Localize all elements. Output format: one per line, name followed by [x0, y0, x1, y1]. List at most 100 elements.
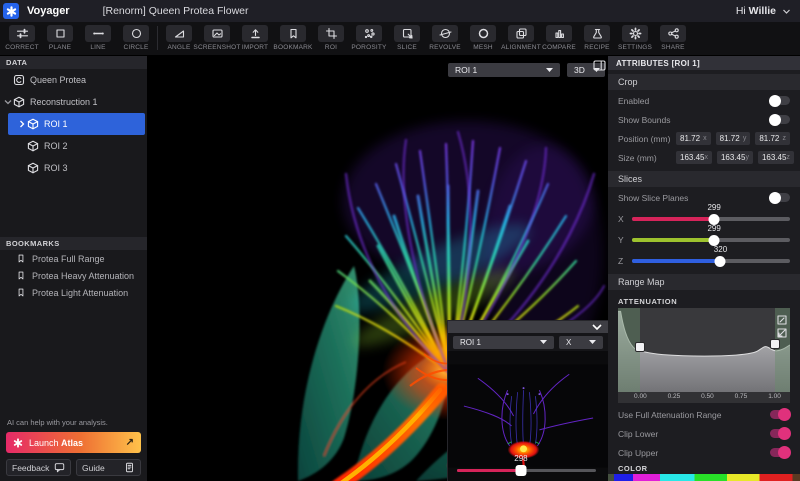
- app-window: Voyager [Renorm] Queen Protea Flower Hi …: [0, 0, 800, 481]
- circle-icon: [123, 25, 149, 42]
- plane-icon: [47, 25, 73, 42]
- bookmark-item-full-range[interactable]: Protea Full Range: [0, 250, 147, 267]
- slider-knob[interactable]: [515, 465, 526, 476]
- settings-button[interactable]: SETTINGS: [616, 22, 654, 51]
- roi-cube-icon: [27, 118, 39, 130]
- line-button[interactable]: LINE: [79, 22, 117, 51]
- bookmark-button[interactable]: BOOKMARK: [274, 22, 312, 51]
- crop-section-header[interactable]: Crop: [608, 74, 800, 90]
- toolbar: CORRECT PLANE LINE CIRCLE ANGLE SCREENSH…: [0, 22, 800, 56]
- alignment-button[interactable]: ALIGNMENT: [502, 22, 540, 51]
- inset-roi-select[interactable]: ROI 1: [453, 336, 554, 349]
- inset-slice-slider[interactable]: 298: [457, 456, 596, 476]
- greeting-text: Hi: [736, 5, 746, 17]
- position-z-input[interactable]: 81.72z: [755, 132, 790, 145]
- arrow-up-right-icon: ↗: [126, 437, 134, 448]
- slider-knob[interactable]: [715, 256, 726, 267]
- screenshot-icon: [204, 25, 230, 42]
- tree-item-queen-protea[interactable]: Queen Protea: [0, 69, 147, 91]
- launch-atlas-button[interactable]: Launch Atlas ↗: [6, 432, 141, 453]
- viewport-roi-select[interactable]: ROI 1: [448, 63, 560, 77]
- tree-item-roi-1[interactable]: ROI 1: [8, 113, 145, 135]
- slice-button[interactable]: SLICE: [388, 22, 426, 51]
- show-slice-planes-toggle[interactable]: [770, 193, 790, 202]
- enabled-toggle[interactable]: [770, 96, 790, 105]
- correct-button[interactable]: CORRECT: [3, 22, 41, 51]
- slice-slider-x[interactable]: 299: [632, 210, 790, 224]
- render-viewport-3d[interactable]: ROI 1 3D ROI 1: [148, 56, 608, 481]
- dataset-icon: [13, 74, 25, 86]
- guide-button[interactable]: Guide: [76, 459, 141, 476]
- use-full-attenuation-range-toggle[interactable]: [770, 410, 790, 419]
- tree-item-reconstruction-1[interactable]: Reconstruction 1: [0, 91, 147, 113]
- user-name: Willie: [749, 5, 776, 17]
- panel-toggle-icon[interactable]: [593, 58, 606, 69]
- slice-slider-y-row: Y 299: [608, 228, 800, 249]
- slice-slider-z-row: Z 320: [608, 249, 800, 270]
- inset-axis-select[interactable]: X: [559, 336, 603, 349]
- data-sidebar: DATA Queen Protea Reconstruction 1 ROI 1…: [0, 56, 148, 481]
- circle-button[interactable]: CIRCLE: [117, 22, 155, 51]
- bookmark-icon: [16, 287, 26, 298]
- bookmark-item-light-attenuation[interactable]: Protea Light Attenuation: [0, 284, 147, 301]
- range-handle-upper[interactable]: [770, 339, 780, 349]
- auto-range-icon[interactable]: [777, 312, 787, 322]
- roi-crop-icon: [318, 25, 344, 42]
- revolve-button[interactable]: REVOLVE: [426, 22, 464, 51]
- mesh-button[interactable]: MESH: [464, 22, 502, 51]
- attributes-panel: ATTRIBUTES [ROI 1] Crop Enabled Show Bou…: [608, 56, 800, 481]
- bookmark-item-heavy-attenuation[interactable]: Protea Heavy Attenuation: [0, 267, 147, 284]
- bookmarks-section-header: BOOKMARKS: [0, 237, 147, 250]
- slice-slider-y[interactable]: 299: [632, 231, 790, 245]
- show-slice-planes-row: Show Slice Planes: [608, 188, 800, 207]
- user-menu[interactable]: Hi Willie: [736, 5, 800, 17]
- range-handle-lower[interactable]: [635, 342, 645, 352]
- size-x-input[interactable]: 163.45x: [676, 151, 712, 164]
- position-x-input[interactable]: 81.72x: [676, 132, 711, 145]
- angle-icon: [166, 25, 192, 42]
- tree-item-roi-3[interactable]: ROI 3: [0, 157, 147, 179]
- feedback-button[interactable]: Feedback: [6, 459, 71, 476]
- atlas-logo-icon: [13, 438, 23, 448]
- angle-button[interactable]: ANGLE: [160, 22, 198, 51]
- range-map-section-header[interactable]: Range Map: [608, 274, 800, 290]
- slice-slider-z[interactable]: 320: [632, 252, 790, 266]
- app-name: Voyager: [27, 5, 70, 17]
- inset-collapse-bar[interactable]: [448, 321, 608, 333]
- clip-lower-toggle[interactable]: [770, 429, 790, 438]
- clip-upper-toggle[interactable]: [770, 448, 790, 457]
- share-button[interactable]: SHARE: [654, 22, 692, 51]
- settings-gear-icon: [622, 25, 648, 42]
- chevron-down-icon: [783, 9, 790, 14]
- colormap-gradient-bar[interactable]: [608, 474, 800, 481]
- data-section-header: DATA: [0, 56, 147, 69]
- size-z-input[interactable]: 163.45z: [758, 151, 794, 164]
- tree-item-roi-2[interactable]: ROI 2: [0, 135, 147, 157]
- clip-lower-row: Clip Lower: [608, 424, 800, 443]
- revolve-icon: [432, 25, 458, 42]
- screenshot-button[interactable]: SCREENSHOT: [198, 22, 236, 51]
- chevron-right-icon[interactable]: [16, 120, 27, 128]
- feedback-bubble-icon: [54, 462, 65, 473]
- plane-button[interactable]: PLANE: [41, 22, 79, 51]
- document-title: [Renorm] Queen Protea Flower: [103, 5, 249, 17]
- position-y-input[interactable]: 81.72y: [716, 132, 751, 145]
- fit-range-icon[interactable]: [777, 325, 787, 335]
- roi-button[interactable]: ROI: [312, 22, 350, 51]
- chevron-down-icon[interactable]: [2, 99, 13, 105]
- size-y-input[interactable]: 163.45y: [717, 151, 753, 164]
- import-button[interactable]: IMPORT: [236, 22, 274, 51]
- slice-view-2d[interactable]: 298: [448, 351, 608, 481]
- compare-button[interactable]: COMPARE: [540, 22, 578, 51]
- use-full-range-row: Use Full Attenuation Range: [608, 405, 800, 424]
- recipe-button[interactable]: RECIPE: [578, 22, 616, 51]
- attributes-header: ATTRIBUTES [ROI 1]: [608, 56, 800, 70]
- voyager-logo-icon: [3, 3, 19, 19]
- attenuation-histogram[interactable]: [618, 308, 790, 392]
- line-icon: [85, 25, 111, 42]
- show-bounds-toggle[interactable]: [770, 115, 790, 124]
- slices-section-header[interactable]: Slices: [608, 171, 800, 187]
- porosity-button[interactable]: POROSITY: [350, 22, 388, 51]
- slice-inset-panel: ROI 1 X: [447, 320, 608, 481]
- bookmark-icon: [16, 253, 26, 264]
